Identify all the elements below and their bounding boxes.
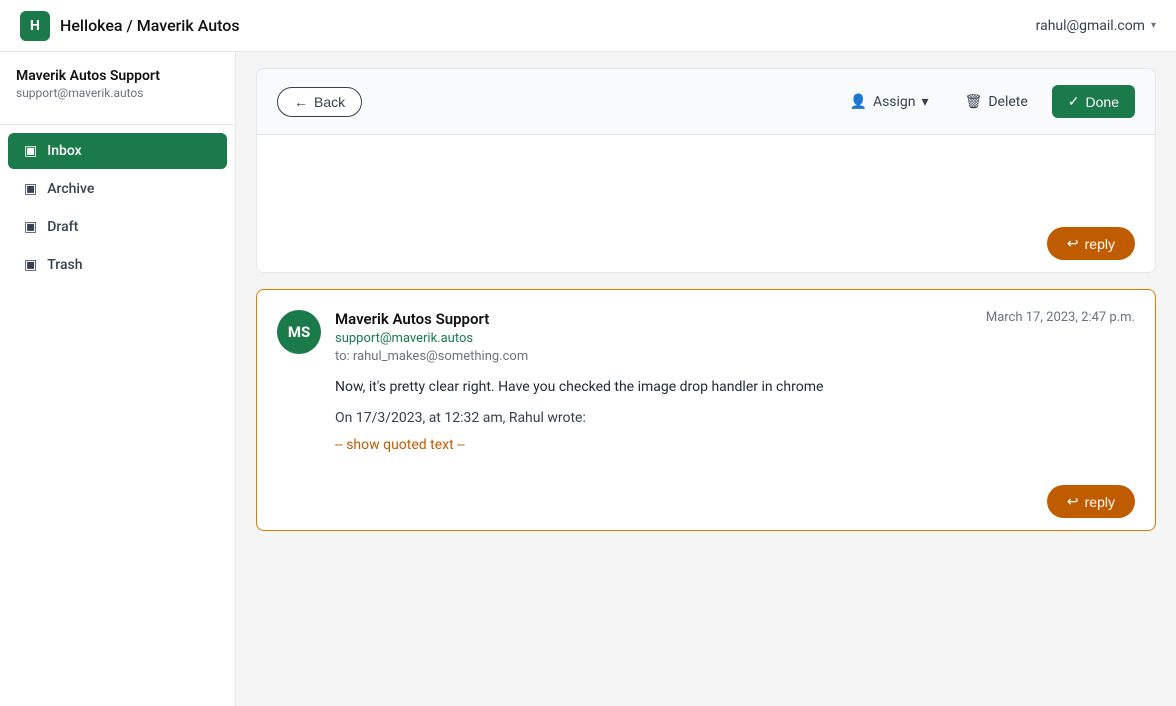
email-body-text: Now, it's pretty clear right. Have you c… [335,376,1135,398]
back-arrow-icon: ← [294,94,308,110]
back-label: Back [314,94,345,110]
done-label: Done [1086,94,1119,110]
toolbar-card: ← Back 👤 Assign ▾ 🗑 Delete ✓ [256,68,1156,273]
email-quoted-header: On 17/3/2023, at 12:32 am, Rahul wrote: [335,410,1135,426]
done-checkmark-icon: ✓ [1068,93,1080,110]
sidebar-org: Maverik Autos Support support@maverik.au… [0,68,235,116]
first-reply-button[interactable]: ↩ reply [1047,227,1135,260]
org-email: support@maverik.autos [16,86,219,100]
sidebar-item-trash[interactable]: ▣ Trash [8,247,227,283]
email-header: MS Maverik Autos Support support@maverik… [257,290,1155,376]
logo-icon: H [20,11,50,41]
user-email: rahul@gmail.com [1036,18,1145,34]
email-toolbar: ← Back 👤 Assign ▾ 🗑 Delete ✓ [257,69,1155,135]
sidebar-item-label: Trash [47,257,82,273]
avatar: MS [277,310,321,354]
email-message-card: MS Maverik Autos Support support@maverik… [256,289,1156,531]
first-reply-container: ↩ reply [257,215,1155,272]
delete-icon: 🗑 [965,94,983,110]
sidebar-item-draft[interactable]: ▣ Draft [8,209,227,245]
second-reply-container: ↩ reply [257,473,1155,530]
app-title: Hellokea / Maverik Autos [60,16,240,35]
second-reply-button[interactable]: ↩ reply [1047,485,1135,518]
first-card-body [257,135,1155,215]
reply-label: reply [1085,236,1115,252]
assign-label: Assign [873,94,916,110]
content-area: ← Back 👤 Assign ▾ 🗑 Delete ✓ [236,52,1176,706]
archive-icon: ▣ [24,181,37,197]
toolbar-right: 👤 Assign ▾ 🗑 Delete ✓ Done [838,85,1136,118]
show-quoted-text-link[interactable]: -- show quoted text -- [335,437,465,453]
toolbar-left: ← Back [277,87,362,117]
inbox-icon: ▣ [24,143,37,159]
delete-label: Delete [988,94,1027,110]
sidebar: Maverik Autos Support support@maverik.au… [0,52,236,706]
reply-icon: ↩ [1067,235,1079,252]
assign-button[interactable]: 👤 Assign ▾ [838,88,941,116]
sidebar-item-archive[interactable]: ▣ Archive [8,171,227,207]
sidebar-item-label: Inbox [47,143,81,159]
assign-chevron-icon: ▾ [922,94,929,110]
delete-button[interactable]: 🗑 Delete [953,88,1040,116]
email-sender-info: MS Maverik Autos Support support@maverik… [277,310,528,364]
org-name: Maverik Autos Support [16,68,219,84]
top-nav: H Hellokea / Maverik Autos rahul@gmail.c… [0,0,1176,52]
sidebar-item-label: Archive [47,181,94,197]
chevron-down-icon: ▾ [1151,20,1156,31]
email-timestamp: March 17, 2023, 2:47 p.m. [986,310,1135,325]
nav-left: H Hellokea / Maverik Autos [20,11,240,41]
main-layout: Maverik Autos Support support@maverik.au… [0,52,1176,706]
sidebar-item-label: Draft [47,219,78,235]
draft-icon: ▣ [24,219,37,235]
sender-name: Maverik Autos Support [335,310,528,328]
user-menu[interactable]: rahul@gmail.com ▾ [1036,18,1156,34]
email-body-content: Now, it's pretty clear right. Have you c… [257,376,1155,473]
sidebar-divider [0,124,235,125]
reply2-label: reply [1085,494,1115,510]
sender-to: to: rahul_makes@something.com [335,349,528,364]
trash-icon: ▣ [24,257,37,273]
sender-email-link[interactable]: support@maverik.autos [335,331,528,346]
done-button[interactable]: ✓ Done [1052,85,1135,118]
assign-person-icon: 👤 [850,94,867,110]
sidebar-item-inbox[interactable]: ▣ Inbox [8,133,227,169]
sender-details: Maverik Autos Support support@maverik.au… [335,310,528,364]
back-button[interactable]: ← Back [277,87,362,117]
reply2-icon: ↩ [1067,493,1079,510]
